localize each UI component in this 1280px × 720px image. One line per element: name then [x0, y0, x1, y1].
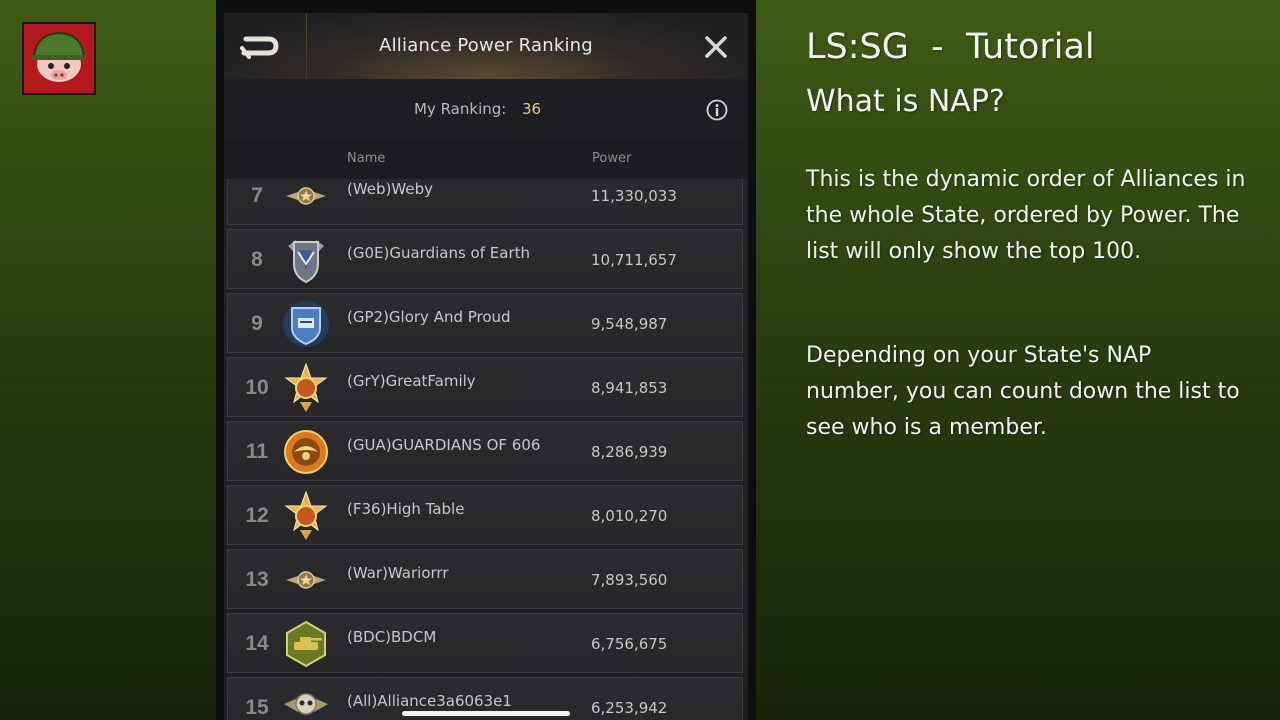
ranking-row[interactable]: 8 (G0E)Guardians of Earth 10,711,657 — [227, 229, 743, 289]
ranking-row[interactable]: 11 (GUA)GUARDIANS OF 606 8,286,939 — [227, 421, 743, 481]
alliance-power: 8,286,939 — [591, 443, 668, 461]
skull-wing-emblem-icon — [284, 693, 328, 715]
ranking-row[interactable]: 9 (GP2)Glory And Proud 9,548,987 — [227, 293, 743, 353]
ranking-row[interactable]: 7 (Web)Weby 11,330,033 — [227, 179, 743, 225]
rank-number: 9 — [251, 312, 263, 335]
rank-number: 14 — [245, 632, 269, 655]
channel-logo — [22, 22, 96, 95]
tutorial-paragraph-1: This is the dynamic order of Alliances i… — [806, 167, 1246, 264]
rank-number: 13 — [245, 568, 269, 591]
ranking-row[interactable]: 12 (F36)High Table 8,010,270 — [227, 485, 743, 545]
rank-number: 12 — [245, 504, 269, 527]
gold-star-emblem-icon — [284, 490, 328, 540]
tutorial-subtitle: What is NAP? — [806, 84, 1005, 119]
alliance-power: 6,253,942 — [591, 699, 668, 717]
close-button[interactable] — [700, 31, 732, 63]
column-header: Name Power — [224, 139, 748, 179]
close-icon — [705, 36, 727, 58]
rank-number: 15 — [245, 696, 269, 719]
gold-star-emblem-icon — [284, 362, 328, 412]
alliance-ranking-panel: Alliance Power Ranking My Ranking: 36 Na… — [224, 13, 748, 720]
alliance-name: (Web)Weby — [347, 180, 433, 198]
ranking-row[interactable]: 10 (GrY)GreatFamily 8,941,853 — [227, 357, 743, 417]
panel-title: Alliance Power Ranking — [379, 35, 593, 56]
alliance-name: (GP2)Glory And Proud — [347, 308, 511, 326]
alliance-power: 6,756,675 — [591, 635, 668, 653]
ranking-list[interactable]: 7 (Web)Weby 11,330,033 8 (G0E)Guardians — [224, 179, 748, 720]
info-icon[interactable] — [706, 99, 728, 121]
tank-hexagon-emblem-icon — [286, 620, 326, 668]
my-ranking-row: My Ranking: 36 — [224, 79, 748, 139]
alliance-name: (G0E)Guardians of Earth — [347, 244, 530, 262]
rank-number: 11 — [245, 440, 269, 463]
alliance-power: 10,711,657 — [591, 251, 677, 269]
my-ranking-label: My Ranking: — [414, 100, 507, 118]
alliance-power: 7,893,560 — [591, 571, 668, 589]
alliance-power: 11,330,033 — [591, 187, 677, 205]
tutorial-paragraph-2: Depending on your State's NAP number, yo… — [806, 343, 1240, 440]
tutorial-title: LS:SG - Tutorial — [806, 27, 1095, 67]
alliance-name: (GrY)GreatFamily — [347, 372, 476, 390]
rank-number: 10 — [245, 376, 269, 399]
star-wing-emblem-icon — [286, 187, 326, 205]
rank-number: 8 — [251, 248, 263, 271]
alliance-power: 9,548,987 — [591, 315, 668, 333]
column-name-header: Name — [347, 151, 386, 166]
back-button[interactable] — [224, 13, 307, 79]
home-indicator[interactable] — [402, 711, 570, 716]
alliance-name: (GUA)GUARDIANS OF 606 — [347, 436, 541, 454]
alliance-power: 8,941,853 — [591, 379, 668, 397]
column-power-header: Power — [592, 151, 632, 166]
back-arrow-icon — [240, 36, 279, 59]
game-screen: Alliance Power Ranking My Ranking: 36 Na… — [216, 0, 756, 720]
flame-eagle-emblem-icon — [284, 430, 328, 474]
rank-number: 7 — [251, 184, 263, 207]
ranking-row[interactable]: 13 (War)Wariorrr 7,893,560 — [227, 549, 743, 609]
alliance-name: (BDC)BDCM — [347, 628, 437, 646]
ranking-row[interactable]: 14 (BDC)BDCM 6,756,675 — [227, 613, 743, 673]
silver-shield-emblem-icon — [288, 240, 324, 284]
alliance-power: 8,010,270 — [591, 507, 668, 525]
alliance-name: (F36)High Table — [347, 500, 465, 518]
alliance-name: (All)Alliance3a6063e1 — [347, 692, 512, 710]
blue-shield-emblem-icon — [283, 301, 329, 347]
star-wing-emblem-icon — [286, 571, 326, 589]
panel-titlebar: Alliance Power Ranking — [224, 13, 748, 80]
my-ranking-value: 36 — [522, 100, 542, 118]
alliance-name: (War)Wariorrr — [347, 564, 449, 582]
